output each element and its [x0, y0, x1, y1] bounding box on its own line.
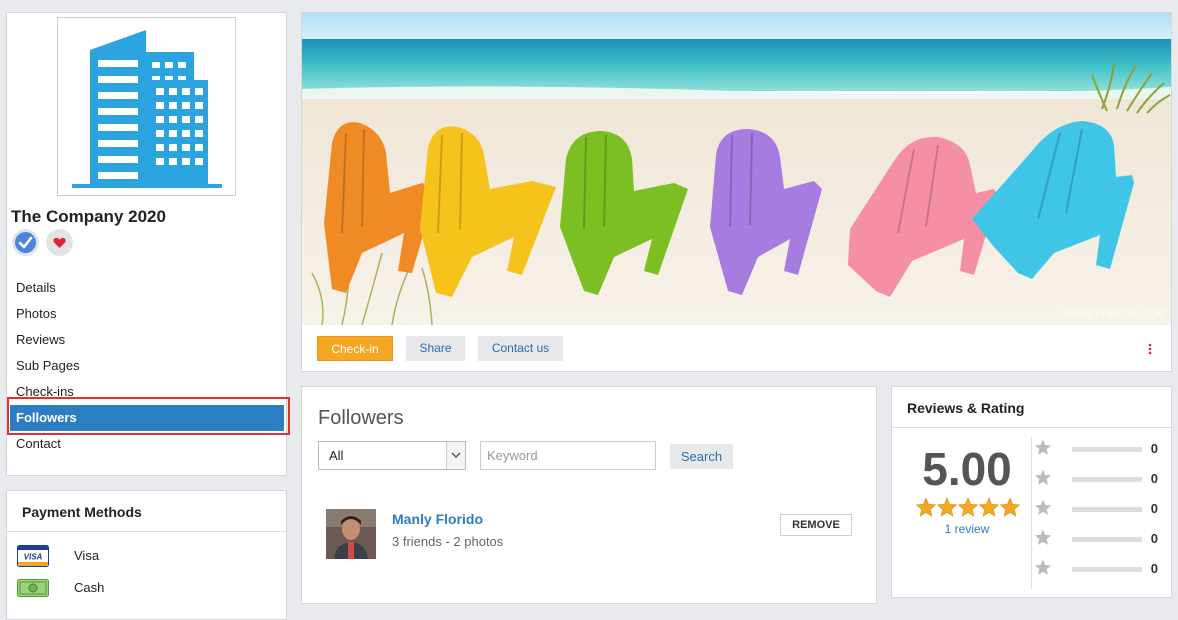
- rating-bar: [1072, 477, 1142, 482]
- nav-item-photos[interactable]: Photos: [10, 301, 284, 327]
- contact-us-button[interactable]: Contact us: [478, 336, 563, 361]
- reviews-card: Reviews & Rating 5.00 1 review 0 0 0 0 0: [891, 386, 1172, 598]
- divider: [7, 531, 286, 532]
- divider: [892, 427, 1171, 428]
- payment-method-label: Cash: [74, 580, 105, 595]
- rating-bar: [1072, 537, 1142, 542]
- favorite-button[interactable]: [46, 229, 73, 256]
- star-filled-icon: [957, 497, 979, 517]
- reviews-title: Reviews & Rating: [907, 400, 1025, 416]
- star-rating: [915, 497, 1021, 518]
- check-icon: [15, 232, 36, 253]
- rating-row-1-star: 0: [1034, 559, 1164, 579]
- cover-watermark: ©FAMILYTIMEFUN.COM: [1063, 309, 1164, 319]
- remove-follower-button[interactable]: REMOVE: [780, 514, 852, 536]
- followers-title: Followers: [318, 407, 404, 429]
- star-icon: [1034, 499, 1052, 515]
- rating-row-3-star: 0: [1034, 499, 1164, 519]
- company-logo: [57, 17, 236, 196]
- visa-card-icon: VISA: [17, 545, 49, 567]
- payment-method-cash: Cash: [17, 577, 267, 601]
- star-icon: [1034, 439, 1052, 455]
- rating-count: 0: [1150, 501, 1158, 516]
- rating-row-4-star: 0: [1034, 469, 1164, 489]
- follower-list-item: Manly Florido 3 friends - 2 photos: [326, 509, 856, 563]
- follower-name-link[interactable]: Manly Florido: [392, 511, 483, 527]
- more-options-icon[interactable]: [1147, 340, 1153, 358]
- star-icon: [1034, 559, 1052, 575]
- cover-photo[interactable]: ©FAMILYTIMEFUN.COM: [302, 13, 1171, 325]
- followers-card: Followers All Search Manly Florido 3 fri…: [301, 386, 877, 604]
- avatar[interactable]: [326, 509, 376, 559]
- payment-methods-title: Payment Methods: [22, 504, 142, 520]
- chevron-down-icon: [446, 442, 465, 469]
- star-filled-icon: [999, 497, 1021, 517]
- rating-bar: [1072, 447, 1142, 452]
- review-count-link[interactable]: 1 review: [892, 522, 1042, 536]
- rating-count: 0: [1150, 471, 1158, 486]
- follower-stats: 3 friends - 2 photos: [392, 534, 504, 549]
- nav-item-sub-pages[interactable]: Sub Pages: [10, 353, 284, 379]
- rating-bar: [1072, 507, 1142, 512]
- rating-count: 0: [1150, 531, 1158, 546]
- filter-selected-value: All: [329, 448, 344, 463]
- rating-row-5-star: 0: [1034, 439, 1164, 459]
- share-button[interactable]: Share: [406, 336, 465, 361]
- heart-icon: [53, 237, 66, 248]
- search-button[interactable]: Search: [670, 444, 733, 469]
- verified-badge[interactable]: [12, 229, 39, 256]
- rating-bar: [1072, 567, 1142, 572]
- svg-text:VISA: VISA: [24, 553, 43, 562]
- rating-count: 0: [1150, 561, 1158, 576]
- nav-item-reviews[interactable]: Reviews: [10, 327, 284, 353]
- cover-card: ©FAMILYTIMEFUN.COM Check-in Share Contac…: [301, 12, 1172, 372]
- divider: [1031, 437, 1032, 589]
- payment-methods-card: Payment Methods VISA Visa Cash: [6, 490, 287, 620]
- company-name: The Company 2020: [11, 207, 166, 226]
- selection-highlight: [7, 397, 290, 435]
- rating-count: 0: [1150, 441, 1158, 456]
- payment-method-visa: VISA Visa: [17, 545, 267, 569]
- keyword-search-input[interactable]: [480, 441, 656, 470]
- star-icon: [1034, 529, 1052, 545]
- followers-filter-select[interactable]: All: [318, 441, 466, 470]
- average-rating: 5.00: [922, 443, 1012, 495]
- star-filled-icon: [978, 497, 1000, 517]
- nav-item-details[interactable]: Details: [10, 275, 284, 301]
- rating-row-2-star: 0: [1034, 529, 1164, 549]
- cash-icon: [17, 579, 49, 597]
- payment-method-label: Visa: [74, 548, 100, 563]
- star-icon: [1034, 469, 1052, 485]
- star-filled-icon: [915, 497, 937, 517]
- check-in-button[interactable]: Check-in: [317, 336, 393, 361]
- star-filled-icon: [936, 497, 958, 517]
